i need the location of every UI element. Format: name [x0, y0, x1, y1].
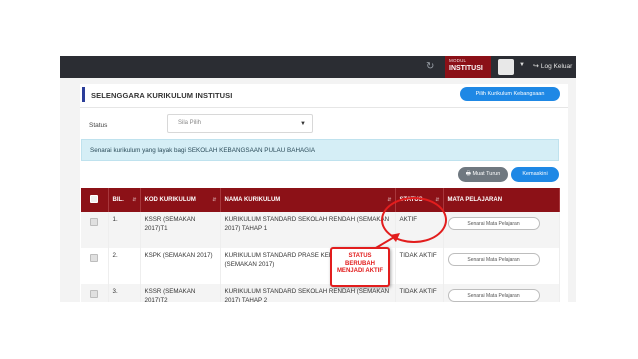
- annotation-arrow: [368, 233, 400, 253]
- annotation-line2: BERUBAH: [345, 260, 375, 267]
- annotation-line3: MENJADI AKTIF: [336, 268, 384, 274]
- annotation-line1: STATUS: [348, 253, 372, 259]
- annotation-callout: STATUS BERUBAH MENJADI AKTIF: [330, 247, 390, 287]
